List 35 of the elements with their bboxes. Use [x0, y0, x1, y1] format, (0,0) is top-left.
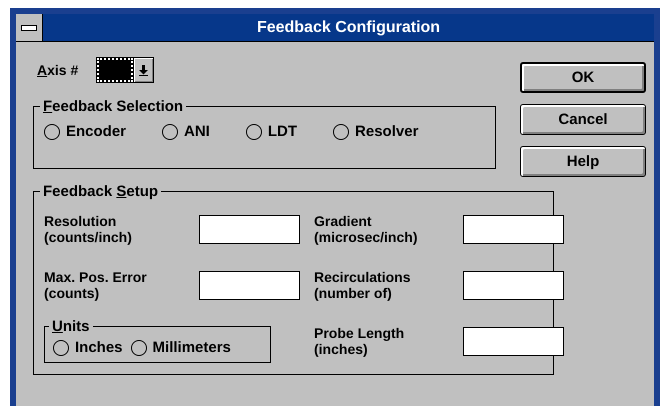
- radio-option[interactable]: Inches: [53, 339, 123, 356]
- radio-circle[interactable]: [246, 124, 262, 140]
- input-field[interactable]: [463, 270, 564, 300]
- system-menu-button[interactable]: [16, 14, 43, 41]
- input-field[interactable]: [199, 270, 300, 300]
- window-title: Feedback Configuration: [256, 18, 440, 36]
- input-field[interactable]: [463, 326, 564, 356]
- radio-circle[interactable]: [130, 340, 147, 356]
- radio-circle[interactable]: [333, 124, 350, 140]
- down-arrow-icon: [139, 64, 148, 76]
- dialog-button[interactable]: OK: [520, 62, 646, 93]
- group-title: Feedback Selection: [42, 98, 184, 115]
- group-title: Units: [51, 318, 91, 335]
- radio-option[interactable]: Encoder: [44, 123, 126, 140]
- dash-icon: [21, 24, 37, 30]
- axis-label: Axis #: [37, 62, 78, 78]
- radio-option[interactable]: Millimeters: [130, 339, 231, 356]
- dropdown-button[interactable]: [133, 58, 154, 82]
- radio-circle[interactable]: [53, 340, 69, 356]
- field-label: Resolution (counts/inch): [44, 213, 132, 245]
- dialog-button[interactable]: Help: [520, 146, 646, 177]
- field-label: Max. Pos. Error (counts): [44, 269, 147, 301]
- field-label: Probe Length (inches): [314, 325, 404, 357]
- radio-circle[interactable]: [162, 124, 178, 140]
- radio-option[interactable]: ANI: [162, 123, 210, 140]
- input-field[interactable]: [199, 214, 300, 244]
- dialog-button[interactable]: Cancel: [520, 104, 646, 135]
- input-field[interactable]: [463, 214, 564, 244]
- field-label: Recirculations (number of): [314, 269, 410, 301]
- axis-dropdown[interactable]: [96, 57, 154, 83]
- radio-option[interactable]: LDT: [246, 123, 298, 140]
- group-title: Feedback Setup: [42, 183, 160, 200]
- radio-circle[interactable]: [44, 124, 60, 140]
- radio-option[interactable]: Resolver: [333, 123, 418, 140]
- field-label: Gradient (microsec/inch): [314, 213, 418, 245]
